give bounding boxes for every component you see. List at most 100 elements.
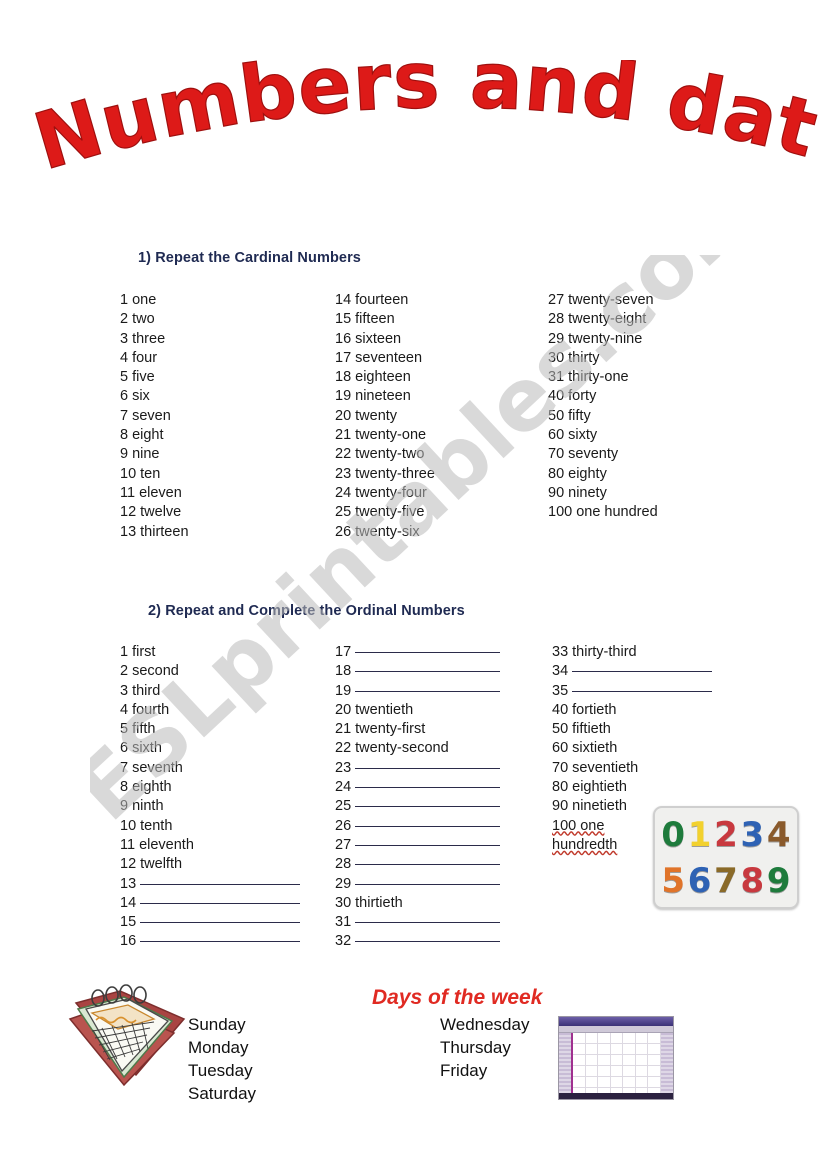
cardinal-column-2: 14 fourteen 15 fifteen 16 sixteen 17 seventeen 1… (335, 291, 535, 542)
puzzle-digit: 4 (766, 815, 791, 855)
ordinal-item-entry: 8 eighth (120, 778, 300, 797)
answer-blank-line[interactable] (355, 671, 500, 673)
puzzle-digit: 2 (714, 815, 738, 855)
ordinal-item-entry[interactable]: 23 (335, 759, 500, 778)
puzzle-digit: 0 (661, 815, 686, 855)
ordinal-item-entry[interactable]: 31 (335, 913, 500, 932)
answer-blank-line[interactable] (355, 787, 500, 789)
answer-blank-line[interactable] (355, 652, 500, 653)
ordinal-item-entry[interactable]: 26 (335, 817, 500, 836)
number-word: twenty-five (355, 504, 425, 521)
answer-blank-line[interactable] (355, 690, 500, 692)
answer-blank-line[interactable] (355, 864, 500, 866)
calendar-day-cell (585, 1066, 599, 1077)
number-word: eightieth (572, 779, 627, 796)
ordinal-item-entry[interactable]: 25 (335, 797, 500, 816)
days-right-column: Wednesday Thursday Friday (440, 1013, 529, 1082)
answer-blank-line[interactable] (355, 767, 500, 769)
ordinal-item-entry: 4 fourth (120, 701, 300, 720)
puzzle-digit: 6 (687, 861, 712, 901)
cardinal-item-entry: 28 twenty-eight (548, 310, 768, 329)
ordinal-item-entry[interactable]: 29 (335, 875, 500, 894)
calendar-day-cell (623, 1066, 636, 1077)
calendar-app-toolbar (559, 1026, 673, 1033)
answer-blank-line[interactable] (140, 922, 300, 924)
cardinal-item-entry: 19 nineteen (335, 387, 535, 406)
calendar-day-cell (648, 1066, 661, 1077)
calendar-app-taskbar (559, 1093, 673, 1099)
number-key: 31 (548, 369, 565, 386)
puzzle-row: 01234 (660, 812, 792, 858)
answer-blank-line[interactable] (355, 883, 500, 885)
answer-blank-line[interactable] (572, 671, 712, 673)
ordinal-item-entry[interactable]: 27 (335, 836, 500, 855)
answer-blank-line[interactable] (140, 883, 300, 885)
number-key: 23 (335, 759, 352, 776)
calendar-day-cell (635, 1066, 649, 1077)
number-key: 7 (120, 759, 129, 776)
ordinal-item-entry[interactable]: 35 (552, 682, 712, 701)
number-key: 8 (120, 427, 129, 444)
cardinal-item-entry: 9 nine (120, 445, 320, 464)
cardinal-section-heading: 1) Repeat the Cardinal Numbers (138, 250, 361, 266)
ordinal-item-entry[interactable]: 19 (335, 682, 500, 701)
answer-blank-line[interactable] (355, 941, 500, 943)
ordinal-item-entry: 21 twenty-first (335, 720, 500, 739)
calendar-day-cell (623, 1033, 636, 1044)
calendar-app-screenshot (558, 1016, 674, 1100)
calendar-day-cell (573, 1044, 586, 1055)
calendar-app-month-grid (571, 1033, 661, 1099)
calendar-day-cell (573, 1066, 586, 1077)
number-key: 14 (120, 894, 137, 911)
answer-blank-line[interactable] (140, 902, 300, 904)
number-key: 16 (120, 933, 137, 950)
number-key: 90 (552, 798, 569, 815)
calendar-day-cell (610, 1077, 624, 1088)
cardinal-item-entry: 5 five (120, 368, 320, 387)
cardinal-item-entry: 80 eighty (548, 465, 768, 484)
ordinal-item-entry[interactable]: 32 (335, 932, 500, 951)
ordinal-item-entry: 20 twentieth (335, 701, 500, 720)
number-key: 28 (335, 856, 352, 873)
answer-blank-line[interactable] (355, 806, 500, 808)
ordinal-item-entry[interactable]: 13 (120, 875, 300, 894)
puzzle-digit: 3 (740, 815, 765, 855)
cardinal-item-entry: 90 ninety (548, 484, 768, 503)
number-word: first (132, 644, 156, 660)
ordinal-item-entry[interactable]: 15 (120, 913, 300, 932)
number-key: 22 (335, 446, 352, 463)
day-name: Friday (440, 1061, 488, 1080)
ordinal-item-entry[interactable]: 28 (335, 855, 500, 874)
number-key: 24 (335, 484, 352, 501)
ordinal-item-entry[interactable]: 17 (335, 643, 500, 662)
cardinal-item-entry: 10 ten (120, 465, 320, 484)
ordinal-item-entry: 6 sixth (120, 739, 300, 758)
ordinal-item-entry[interactable]: 18 (335, 662, 500, 681)
number-word: second (132, 663, 179, 680)
number-word: seventieth (572, 759, 639, 776)
calendar-day-cell (610, 1044, 624, 1055)
number-word: one (132, 292, 157, 308)
ordinal-item-entry[interactable]: 16 (120, 932, 300, 951)
ordinal-item-entry[interactable]: 34 (552, 662, 712, 681)
cardinal-item-entry: 50 fifty (548, 407, 768, 426)
answer-blank-line[interactable] (355, 844, 500, 846)
number-key: 12 (120, 856, 137, 873)
number-key: 20 (335, 701, 352, 718)
calendar-day-cell (610, 1066, 624, 1077)
answer-blank-line[interactable] (355, 825, 500, 827)
answer-blank-line[interactable] (355, 922, 500, 924)
answer-blank-line[interactable] (140, 941, 300, 943)
ordinal-item-entry[interactable]: 24 (335, 778, 500, 797)
answer-blank-line[interactable] (572, 690, 712, 692)
ordinal-item-entry[interactable]: 14 (120, 894, 300, 913)
calendar-day-cell (585, 1055, 599, 1066)
number-word: fourteen (355, 292, 409, 308)
number-key: 90 (548, 484, 565, 501)
ordinal-item-entry: 1 first (120, 643, 300, 662)
cardinal-item-entry: 12 twelve (120, 503, 320, 522)
cardinal-item-entry: 18 eighteen (335, 368, 535, 387)
number-key: 15 (335, 311, 352, 328)
cardinal-item-entry: 7 seven (120, 407, 320, 426)
puzzle-digit: 7 (714, 861, 738, 901)
